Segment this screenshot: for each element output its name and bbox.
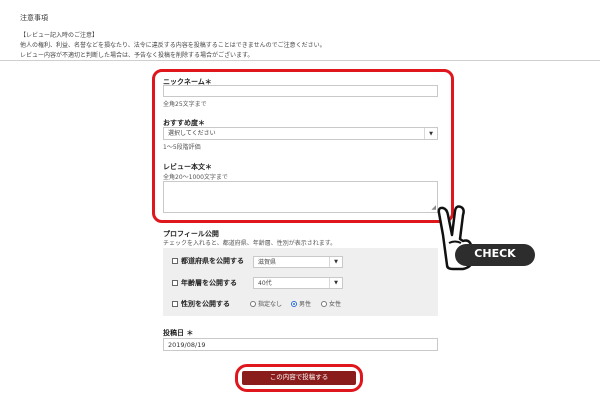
rating-hint: 1〜5段階評価: [163, 144, 201, 151]
gender-option-female: 女性: [329, 301, 342, 308]
prefecture-select-value: 滋賀県: [258, 259, 277, 266]
check-badge: CHECK: [455, 244, 535, 266]
notice-line-2: レビュー内容が不適切と判断した場合は、予告なく投稿を削除する場合がございます。: [20, 52, 254, 59]
review-textarea[interactable]: ◢: [163, 181, 438, 213]
notice-heading: 【レビュー記入時のご注意】: [20, 32, 99, 39]
notice-title: 注意事項: [20, 14, 48, 22]
profile-hint: チェックを入れると、都道府県、年齢層、性別が表示されます。: [163, 240, 337, 247]
submit-button[interactable]: この内容で投稿する: [242, 371, 356, 385]
prefecture-select[interactable]: 滋賀県 ▼: [253, 256, 343, 268]
age-label: 年齢層を公開する: [181, 279, 237, 287]
prefecture-checkbox[interactable]: [172, 258, 178, 264]
gender-option-unspecified: 指定なし: [258, 301, 283, 308]
divider: [0, 60, 600, 61]
prefecture-label: 都道府県を公開する: [181, 257, 244, 265]
rating-select-value: 選択してください: [168, 130, 216, 137]
chevron-down-icon: ▼: [329, 278, 342, 288]
nickname-input[interactable]: [163, 85, 438, 97]
post-date-label: 投稿日 ＊: [163, 329, 194, 337]
notice-line-1: 他人の権利、利益、名誉などを損なたり、法令に違反する内容を投稿することはできませ…: [20, 42, 326, 49]
nickname-hint: 全角25文字まで: [163, 101, 207, 108]
review-label: レビュー本文＊: [163, 163, 212, 171]
age-select[interactable]: 40代 ▼: [253, 277, 343, 289]
gender-label: 性別を公開する: [181, 300, 230, 308]
chevron-down-icon: ▼: [329, 257, 342, 267]
post-date-input[interactable]: [163, 338, 438, 351]
gender-checkbox[interactable]: [172, 301, 178, 307]
gender-radio-male[interactable]: [291, 301, 297, 307]
review-hint: 全角20〜1000文字まで: [163, 174, 228, 181]
rating-select[interactable]: 選択してください ▼: [163, 127, 438, 140]
gender-option-male: 男性: [299, 301, 312, 308]
gender-radio-unspecified[interactable]: [250, 301, 256, 307]
gender-radio-female[interactable]: [321, 301, 327, 307]
chevron-down-icon: ▼: [424, 128, 437, 139]
age-checkbox[interactable]: [172, 280, 178, 286]
age-select-value: 40代: [258, 280, 272, 287]
